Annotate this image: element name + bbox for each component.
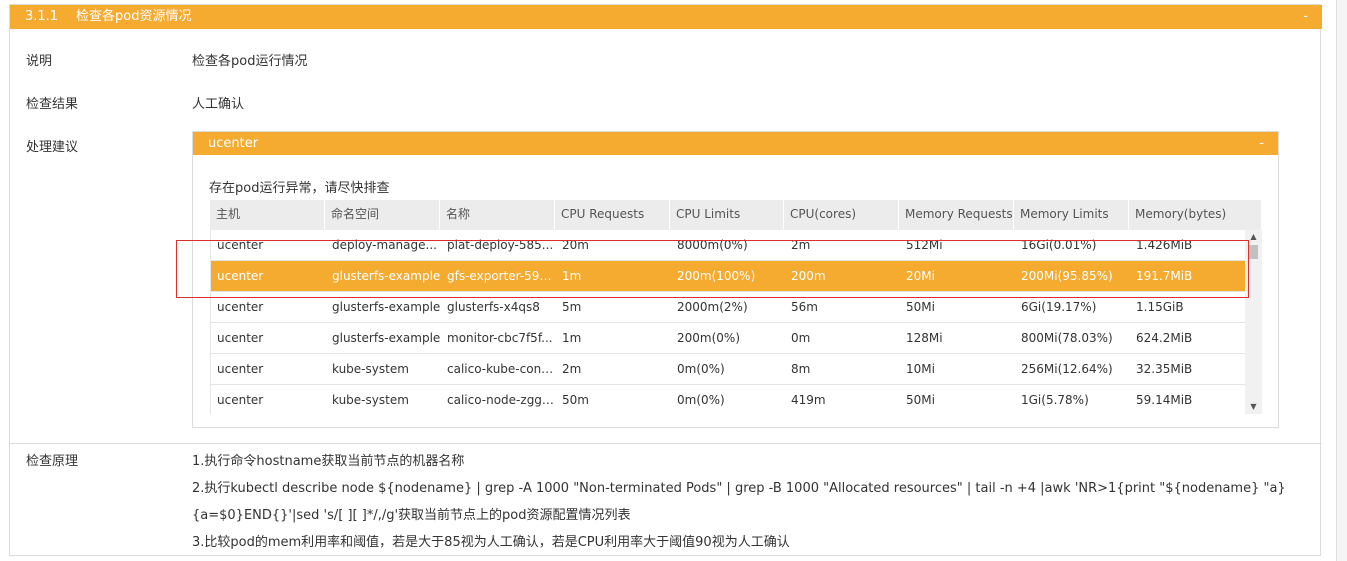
cell-memory-limits: 6Gi(19.17%) [1021, 300, 1097, 314]
cell-host: ucenter [217, 362, 264, 376]
cell-cpu-cores: 0m [791, 331, 811, 345]
cell-cpu-requests: 5m [562, 300, 582, 314]
cell-namespace: kube-system [332, 362, 409, 376]
table-row[interactable]: ucenter deploy-manage... plat-deploy-585… [211, 230, 1245, 261]
cell-name: monitor-cbc7f5f... [447, 331, 553, 345]
page-scrollbar[interactable] [1336, 0, 1347, 561]
scroll-up-arrow-icon[interactable]: ▲ [1245, 230, 1262, 244]
cell-cpu-limits: 2000m(2%) [677, 300, 748, 314]
column-header[interactable]: Memory Requests [899, 200, 1014, 230]
table-scrollbar[interactable]: ▲ ▼ [1245, 230, 1262, 414]
cell-host: ucenter [217, 331, 264, 345]
cell-cpu-requests: 50m [562, 393, 589, 407]
column-header[interactable]: 命名空间 [325, 200, 440, 230]
cell-memory-limits: 256Mi(12.64%) [1021, 362, 1113, 376]
cell-cpu-requests: 20m [562, 238, 589, 252]
cell-host: ucenter [217, 238, 264, 252]
cell-namespace: glusterfs-example [332, 331, 441, 345]
column-header[interactable]: Memory(bytes) [1129, 200, 1262, 230]
host-panel-header[interactable]: ucenter - [193, 132, 1278, 155]
cell-memory-requests: 10Mi [906, 362, 935, 376]
description-value: 检查各pod运行情况 [192, 54, 308, 69]
cell-cpu-requests: 1m [562, 331, 582, 345]
description-label: 说明 [26, 54, 53, 69]
cell-memory-bytes: 59.14MiB [1136, 393, 1193, 407]
table-header: 主机 命名空间 名称 CPU Requests CPU Limits CPU(c… [210, 200, 1262, 230]
pod-resource-table: 主机 命名空间 名称 CPU Requests CPU Limits CPU(c… [210, 200, 1262, 414]
result-label: 检查结果 [26, 97, 79, 112]
cell-memory-bytes: 1.15GiB [1136, 300, 1184, 314]
result-value: 人工确认 [192, 97, 245, 112]
column-header[interactable]: CPU(cores) [784, 200, 899, 230]
cell-memory-requests: 512Mi [906, 238, 943, 252]
cell-namespace: glusterfs-example [332, 269, 441, 283]
cell-memory-requests: 128Mi [906, 331, 943, 345]
cell-cpu-cores: 200m [791, 269, 826, 283]
cell-name: plat-deploy-585... [447, 238, 554, 252]
column-header[interactable]: CPU Limits [670, 200, 784, 230]
check-item-panel: 3.1.1 检查各pod资源情况 - 说明 检查各pod运行情况 检查结果 人工… [9, 4, 1322, 556]
cell-cpu-cores: 419m [791, 393, 826, 407]
table-row[interactable]: ucenter kube-system calico-node-zgg2n 50… [211, 385, 1245, 414]
cell-cpu-limits: 8000m(0%) [677, 238, 748, 252]
cell-memory-requests: 50Mi [906, 393, 935, 407]
cell-host: ucenter [217, 300, 264, 314]
cell-cpu-cores: 8m [791, 362, 811, 376]
cell-memory-bytes: 191.7MiB [1136, 269, 1193, 283]
host-panel: ucenter - 存在pod运行异常，请尽快排查 主机 命名空间 名称 CPU… [192, 131, 1279, 428]
cell-namespace: deploy-manage... [332, 238, 437, 252]
cell-memory-limits: 800Mi(78.03%) [1021, 331, 1113, 345]
cell-cpu-limits: 200m(0%) [677, 331, 740, 345]
cell-namespace: glusterfs-example [332, 300, 441, 314]
section-number: 3.1.1 [25, 9, 59, 24]
cell-cpu-requests: 2m [562, 362, 582, 376]
cell-memory-limits: 16Gi(0.01%) [1021, 238, 1097, 252]
cell-host: ucenter [217, 269, 264, 283]
host-collapse-button[interactable]: - [1259, 132, 1264, 155]
table-row[interactable]: ucenter kube-system calico-kube-cont... … [211, 354, 1245, 385]
cell-memory-bytes: 1.426MiB [1136, 238, 1193, 252]
section-collapse-button[interactable]: - [1303, 5, 1308, 29]
cell-memory-requests: 50Mi [906, 300, 935, 314]
cell-cpu-requests: 1m [562, 269, 582, 283]
column-header[interactable]: Memory Limits [1014, 200, 1129, 230]
table-row-selected[interactable]: ucenter glusterfs-example gfs-exporter-5… [211, 261, 1245, 292]
column-header[interactable]: 主机 [210, 200, 325, 230]
cell-cpu-limits: 0m(0%) [677, 362, 725, 376]
warning-text: 存在pod运行异常，请尽快排查 [209, 181, 390, 196]
cell-host: ucenter [217, 393, 264, 407]
principle-line-1: 1.执行命令hostname获取当前节点的机器名称 [192, 454, 465, 469]
column-header[interactable]: 名称 [440, 200, 555, 230]
cell-memory-bytes: 624.2MiB [1136, 331, 1193, 345]
cell-cpu-limits: 200m(100%) [677, 269, 756, 283]
section-title: 检查各pod资源情况 [76, 9, 192, 24]
principle-line-4: 3.比较pod的mem利用率和阈值，若是大于85视为人工确认，若是CPU利用率大… [192, 535, 790, 550]
cell-cpu-cores: 2m [791, 238, 811, 252]
cell-cpu-cores: 56m [791, 300, 818, 314]
cell-name: glusterfs-x4qs8 [447, 300, 540, 314]
cell-name: calico-kube-cont... [447, 362, 556, 376]
section-header[interactable]: 3.1.1 检查各pod资源情况 - [10, 5, 1322, 29]
table-body: ucenter deploy-manage... plat-deploy-585… [210, 230, 1245, 414]
cell-memory-limits: 1Gi(5.78%) [1021, 393, 1089, 407]
cell-cpu-limits: 0m(0%) [677, 393, 725, 407]
table-row[interactable]: ucenter glusterfs-example monitor-cbc7f5… [211, 323, 1245, 354]
cell-memory-limits: 200Mi(95.85%) [1021, 269, 1113, 283]
principle-line-3: {a=$0}END{}'|sed 's/[ ][ ]*/,/g'获取当前节点上的… [192, 508, 631, 523]
host-name: ucenter [208, 136, 259, 151]
scrollbar-thumb[interactable] [1249, 245, 1258, 259]
cell-memory-requests: 20Mi [906, 269, 935, 283]
table-row[interactable]: ucenter glusterfs-example glusterfs-x4qs… [211, 292, 1245, 323]
scroll-down-arrow-icon[interactable]: ▼ [1245, 400, 1262, 414]
principle-line-2: 2.执行kubectl describe node ${nodename} | … [192, 481, 1286, 496]
column-header[interactable]: CPU Requests [555, 200, 670, 230]
cell-name: gfs-exporter-59g... [447, 269, 556, 283]
cell-memory-bytes: 32.35MiB [1136, 362, 1193, 376]
cell-name: calico-node-zgg2n [447, 393, 556, 407]
advice-label: 处理建议 [26, 140, 79, 155]
cell-namespace: kube-system [332, 393, 409, 407]
principle-label: 检查原理 [26, 454, 79, 469]
divider [10, 443, 1322, 444]
